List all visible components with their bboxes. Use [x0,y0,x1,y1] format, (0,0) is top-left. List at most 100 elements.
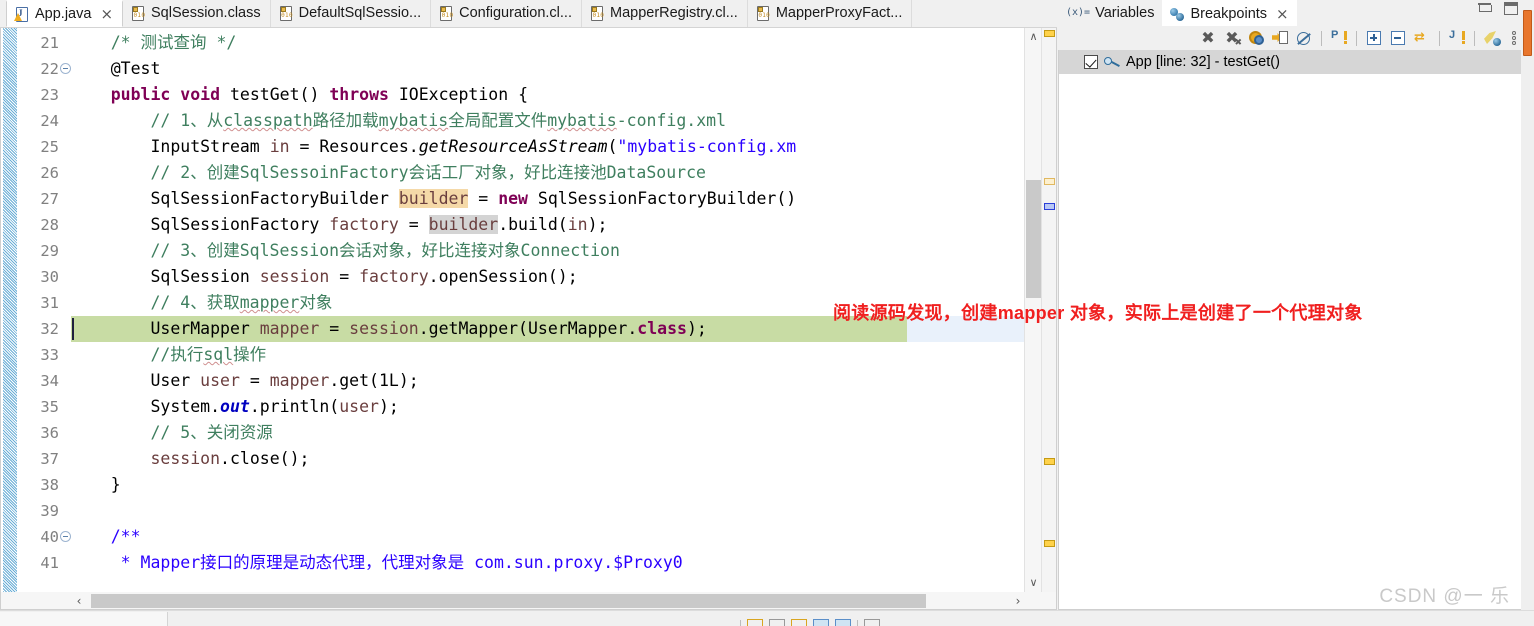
overview-marker-occurrence[interactable] [1044,178,1055,185]
line-number: 27 [40,190,59,208]
letter-p-icon: P [1331,29,1339,41]
vertical-scroll-thumb[interactable] [1026,180,1041,298]
tab-label: Variables [1095,5,1155,21]
code-line-text: // 1、从classpath路径加载mybatis全局配置文件mybatis-… [150,111,727,130]
code-line[interactable]: * Mapper接口的原理是动态代理，代理对象是 com.sun.proxy.$… [71,550,1024,576]
breakpoint-checkbox[interactable] [1084,55,1098,69]
overview-marker-warning[interactable] [1044,540,1055,547]
line-number-gutter[interactable]: 21 22 23 24 25 26 27 28 29 30 31 32 33 34 35 36 37 38 39 40… [17,28,71,592]
code-line[interactable]: // 1、从classpath路径加载mybatis全局配置文件mybatis-… [71,108,1024,134]
editor-tab-mapperregistrycl[interactable]: 010 MapperRegistry.cl... [582,0,748,27]
breakpoint-list-item[interactable]: App [line: 32] - testGet() [1059,50,1533,74]
breakpoints-view-toolbar: ✖ ✖ ✖ P ⇄ J [1058,26,1534,50]
code-line-text: System.out.println(user); [71,397,399,416]
code-line[interactable]: User user = mapper.get(1L); [71,368,1024,394]
horizontal-scroll-thumb[interactable] [91,594,926,608]
close-icon[interactable]: × [100,6,113,22]
link-with-debug-view-button[interactable] [1270,28,1290,48]
layout-icon-5[interactable] [835,619,851,626]
tab-breakpoints[interactable]: Breakpoints × [1162,0,1297,26]
breakpoints-vertical-scrollbar[interactable] [1521,10,1534,610]
code-line[interactable]: session.close(); [71,446,1024,472]
breakpoints-scroll-thumb[interactable] [1523,10,1532,56]
status-left-segment [0,612,168,626]
line-number: 31 [40,294,59,312]
line-number: 40 [40,528,59,546]
pin-breakpoint-button[interactable] [1482,28,1502,48]
scroll-left-arrow-icon[interactable]: ‹ [69,592,89,610]
breakpoints-list[interactable]: App [line: 32] - testGet() [1058,50,1534,610]
editor-tab-mapperproxyfact[interactable]: 010 MapperProxyFact... [748,0,913,27]
minimize-icon[interactable] [1478,3,1492,12]
add-java-watchpoint-button[interactable]: J [1447,28,1467,48]
code-line[interactable]: // 2、创建SqlSessoinFactory会话工厂对象，好比连接池Data… [71,160,1024,186]
line-number: 24 [40,112,59,130]
code-line[interactable]: //执行sql操作 [71,342,1024,368]
debug-view-tab-bar: (x)= Variables Breakpoints × [1058,0,1534,26]
line-number: 23 [40,86,59,104]
editor-tab-configurationcl[interactable]: 010 Configuration.cl... [431,0,582,27]
ban-icon [1297,32,1310,45]
bottom-status-strip [0,610,1534,626]
breakpoint-properties-button[interactable] [1246,28,1266,48]
code-line[interactable]: /** [71,524,1024,550]
overview-marker-warning[interactable] [1044,30,1055,37]
java-file-icon: J [14,6,30,22]
remove-all-breakpoints-button[interactable]: ✖ ✖ [1222,28,1242,48]
code-line[interactable]: @Test [71,56,1024,82]
scroll-down-arrow-icon[interactable]: ∨ [1025,574,1042,592]
line-number: 21 [40,34,59,52]
line-number: 26 [40,164,59,182]
working-sets-button[interactable]: ⇄ [1412,28,1432,48]
code-line[interactable]: // 5、关闭资源 [71,420,1024,446]
code-line[interactable]: } [71,472,1024,498]
editor-tab-bar: J App.java × 010 SqlSession.class 010 DefaultS… [0,0,1057,28]
code-line[interactable]: // 3、创建SqlSession会话对象，好比连接对象Connection [71,238,1024,264]
breakpoint-label: App [line: 32] - testGet() [1126,54,1280,70]
editor-tab-appjava[interactable]: J App.java × [6,0,124,27]
code-line[interactable]: public void testGet() throws IOException… [71,82,1024,108]
layout-icon-3[interactable] [791,619,807,626]
editor-tab-label: App.java [35,5,92,22]
editor-tab-defaultsqlsessio[interactable]: 010 DefaultSqlSessio... [271,0,432,27]
maximize-icon[interactable] [1504,2,1518,15]
code-line-text: /* 测试查询 */ [71,33,237,52]
swap-arrows-icon: ⇄ [1414,30,1425,45]
skip-all-breakpoints-button[interactable] [1294,28,1314,48]
breakpoints-icon [1170,7,1185,21]
code-line[interactable]: System.out.println(user); [71,394,1024,420]
editor-tab-label: DefaultSqlSessio... [298,5,422,22]
scroll-up-arrow-icon[interactable]: ∧ [1025,28,1042,46]
editor-horizontal-scrollbar[interactable]: ‹ › [0,592,1057,610]
code-line[interactable]: InputStream in = Resources.getResourceAs… [71,134,1024,160]
overview-marker-breakpoint[interactable] [1044,203,1055,210]
layout-icon-4[interactable] [813,619,829,626]
collapse-all-button[interactable] [1388,28,1408,48]
editor-tab-sqlsessionclass[interactable]: 010 SqlSession.class [123,0,271,27]
tab-variables[interactable]: (x)= Variables [1058,0,1162,26]
line-number: 36 [40,424,59,442]
fold-collapse-icon[interactable] [60,531,71,542]
line-number: 38 [40,476,59,494]
close-icon[interactable]: × [1276,6,1289,22]
overview-marker-warning[interactable] [1044,458,1055,465]
code-line-text: UserMapper mapper = session.getMapper(Us… [71,319,707,338]
code-line[interactable]: SqlSession session = factory.openSession… [71,264,1024,290]
editor-tab-label: SqlSession.class [151,5,261,22]
code-line[interactable]: /* 测试查询 */ [71,30,1024,56]
red-annotation-text: 阅读源码发现，创建mapper 对象，实际上是创建了一个代理对象 [833,303,1363,323]
remove-breakpoint-button[interactable]: ✖ [1198,28,1218,48]
layout-icon-2[interactable] [769,619,785,626]
layout-icon-1[interactable] [747,619,763,626]
code-line[interactable]: SqlSessionFactory factory = builder.buil… [71,212,1024,238]
code-line[interactable]: SqlSessionFactoryBuilder builder = new S… [71,186,1024,212]
add-java-exception-breakpoint-button[interactable]: P [1329,28,1349,48]
pin-dot-icon [1493,38,1501,46]
layout-icon-6[interactable] [864,619,880,626]
fold-collapse-icon[interactable] [60,63,71,74]
scroll-right-arrow-icon[interactable]: › [1008,592,1028,610]
code-line[interactable] [71,498,1024,524]
line-number: 35 [40,398,59,416]
expand-all-button[interactable] [1364,28,1384,48]
code-line-text: // 3、创建SqlSession会话对象，好比连接对象Connection [150,241,620,260]
